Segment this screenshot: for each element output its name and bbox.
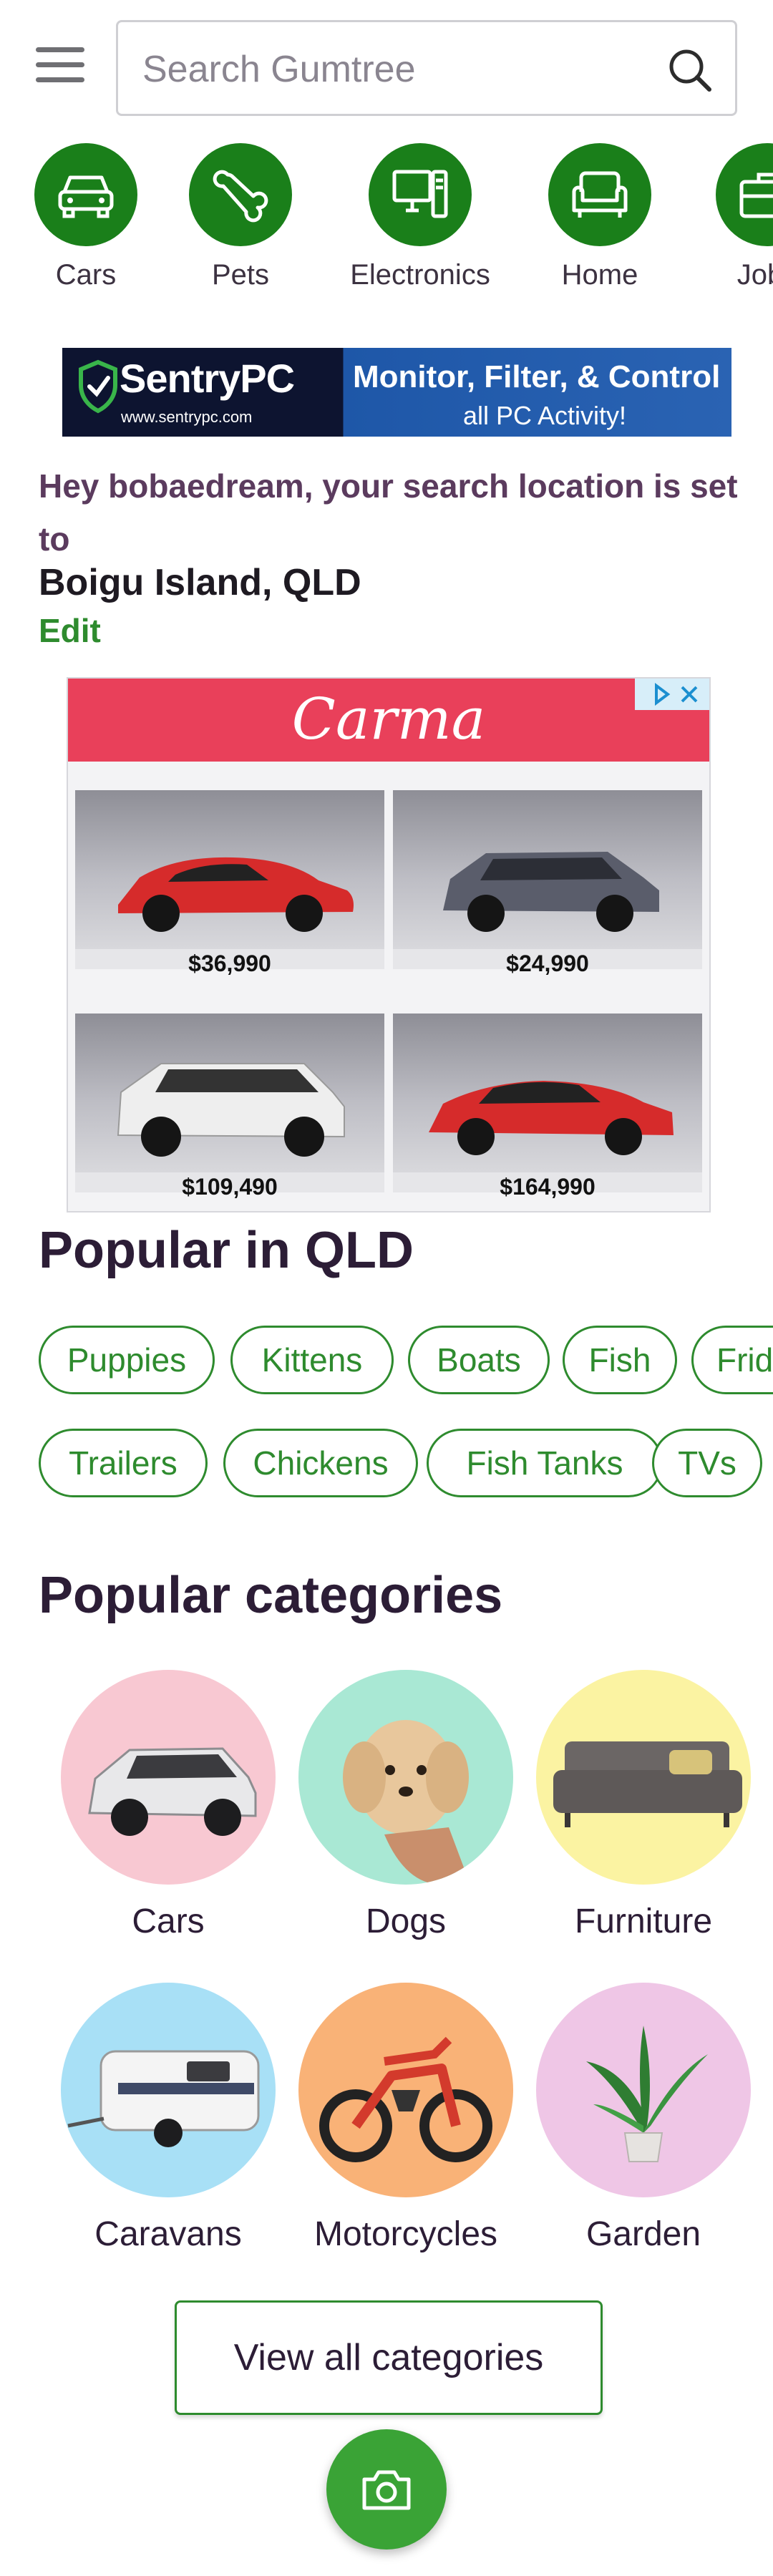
edit-location-link[interactable]: Edit bbox=[39, 611, 101, 650]
car-listing-tile[interactable]: $109,490 bbox=[75, 1014, 384, 1200]
car-price: $164,990 bbox=[500, 1174, 595, 1200]
banner-tagline-sub: all PC Activity! bbox=[463, 401, 627, 430]
category-image bbox=[536, 1983, 751, 2197]
category-circle bbox=[369, 143, 472, 246]
chip-puppies[interactable]: Puppies bbox=[39, 1326, 215, 1394]
shield-check-icon bbox=[79, 359, 117, 414]
popular-category-cars[interactable]: Cars bbox=[50, 1670, 286, 1941]
chip-tvs[interactable]: TVs bbox=[652, 1429, 762, 1497]
bone-icon bbox=[213, 170, 268, 223]
popular-chips-row-2: Trailers Chickens Fish Tanks TVs bbox=[39, 1429, 773, 1507]
popular-region-title: Popular in QLD bbox=[39, 1222, 414, 1279]
menu-bar bbox=[36, 77, 84, 82]
category-image bbox=[298, 1983, 513, 2197]
category-label: Home bbox=[561, 259, 638, 291]
menu-bar bbox=[36, 47, 84, 52]
search-input[interactable] bbox=[141, 44, 645, 95]
category-name: Dogs bbox=[365, 1902, 447, 1940]
category-circle bbox=[34, 143, 137, 246]
sports-car-icon bbox=[118, 857, 354, 932]
search-icon[interactable] bbox=[666, 47, 714, 94]
category-shortcut-jobs[interactable]: Jobs bbox=[689, 143, 773, 291]
car-listing-tile[interactable]: $36,990 bbox=[75, 790, 384, 976]
menu-button[interactable] bbox=[36, 47, 84, 87]
adchoices-badge[interactable] bbox=[635, 679, 709, 710]
adchoices-icon bbox=[655, 683, 698, 706]
banner-url: www.sentrypc.com bbox=[121, 408, 253, 426]
category-circle bbox=[548, 143, 651, 246]
car-listing-tile[interactable]: $24,990 bbox=[393, 790, 702, 976]
car-icon bbox=[58, 175, 114, 218]
category-label: Cars bbox=[55, 259, 117, 291]
computer-icon bbox=[392, 170, 448, 218]
category-name: Garden bbox=[585, 2215, 701, 2253]
popular-chips-row-1: Puppies Kittens Boats Fish Fridges bbox=[39, 1326, 773, 1404]
location-place: Boigu Island, QLD bbox=[39, 562, 361, 603]
carma-ad-header: Carma bbox=[68, 679, 709, 762]
carma-ad[interactable]: Carma $36,990 $24,990 $109,490 $164,990 bbox=[67, 677, 711, 1212]
carma-logo: Carma bbox=[291, 686, 486, 752]
car-photo bbox=[75, 1014, 384, 1172]
category-label: Electronics bbox=[350, 259, 490, 291]
caravan-photo-icon bbox=[67, 2050, 260, 2147]
briefcase-icon bbox=[739, 172, 773, 218]
car-listing-tile[interactable]: $164,990 bbox=[393, 1014, 702, 1200]
car-price: $109,490 bbox=[182, 1174, 278, 1200]
category-image bbox=[61, 1670, 276, 1885]
category-image bbox=[61, 1983, 276, 2197]
menu-bar bbox=[36, 62, 84, 67]
sell-camera-button[interactable] bbox=[326, 2429, 447, 2550]
location-intro: Hey bobaedream, your search location is … bbox=[39, 467, 738, 558]
car-photo bbox=[75, 790, 384, 949]
popular-category-furniture[interactable]: Furniture bbox=[525, 1670, 762, 1941]
car-photo bbox=[393, 790, 702, 949]
sofa-photo-icon bbox=[553, 1741, 742, 1827]
sentrypc-banner-ad[interactable]: SentryPC www.sentrypc.com Monitor, Filte… bbox=[62, 348, 731, 437]
sofa-icon bbox=[572, 171, 628, 218]
category-shortcut-electronics[interactable]: Electronics bbox=[341, 143, 499, 291]
chip-kittens[interactable]: Kittens bbox=[230, 1326, 394, 1394]
car-price: $36,990 bbox=[188, 951, 271, 976]
banner-tagline: Monitor, Filter, & Control bbox=[353, 359, 721, 394]
category-shortcut-cars[interactable]: Cars bbox=[7, 143, 165, 291]
category-label: Pets bbox=[211, 259, 270, 291]
motorcycle-photo-icon bbox=[319, 2036, 492, 2162]
category-shortcut-home[interactable]: Home bbox=[521, 143, 679, 291]
4wd-icon bbox=[117, 1063, 345, 1157]
chip-trailers[interactable]: Trailers bbox=[39, 1429, 208, 1497]
category-name: Motorcycles bbox=[313, 2215, 498, 2253]
popular-category-garden[interactable]: Garden bbox=[525, 1983, 762, 2254]
category-name: Cars bbox=[132, 1902, 205, 1940]
popular-category-caravans[interactable]: Caravans bbox=[50, 1983, 286, 2254]
car-photo bbox=[393, 1014, 702, 1172]
category-shortcut-pets[interactable]: Pets bbox=[162, 143, 319, 291]
category-circle bbox=[189, 143, 292, 246]
category-name: Furniture bbox=[574, 1902, 713, 1940]
chip-boats[interactable]: Boats bbox=[408, 1326, 550, 1394]
chip-fish-tanks[interactable]: Fish Tanks bbox=[427, 1429, 663, 1497]
category-circle bbox=[716, 143, 773, 246]
view-all-categories-button[interactable]: View all categories bbox=[175, 2300, 603, 2415]
popular-category-dogs[interactable]: Dogs bbox=[288, 1670, 524, 1941]
puppy-photo-icon bbox=[343, 1720, 470, 1885]
popular-category-motorcycles[interactable]: Motorcycles bbox=[288, 1983, 524, 2254]
car-photo-icon bbox=[88, 1747, 257, 1836]
category-label: Jobs bbox=[736, 259, 773, 291]
camera-icon bbox=[362, 2470, 411, 2510]
banner-brand: SentryPC bbox=[120, 356, 295, 401]
chip-fridges[interactable]: Fridges bbox=[691, 1326, 773, 1394]
suv-icon bbox=[443, 852, 659, 932]
plant-photo-icon bbox=[586, 2026, 708, 2162]
search-box[interactable] bbox=[116, 20, 737, 116]
chip-fish[interactable]: Fish bbox=[563, 1326, 677, 1394]
car-price: $24,990 bbox=[506, 951, 589, 976]
chip-chickens[interactable]: Chickens bbox=[223, 1429, 418, 1497]
popular-categories-title: Popular categories bbox=[39, 1567, 503, 1624]
category-image bbox=[298, 1670, 513, 1885]
sedan-icon bbox=[429, 1081, 674, 1155]
category-name: Caravans bbox=[94, 2215, 242, 2253]
category-shortcuts: Cars Pets Electronics Home Jo bbox=[0, 143, 773, 301]
category-image bbox=[536, 1670, 751, 1885]
